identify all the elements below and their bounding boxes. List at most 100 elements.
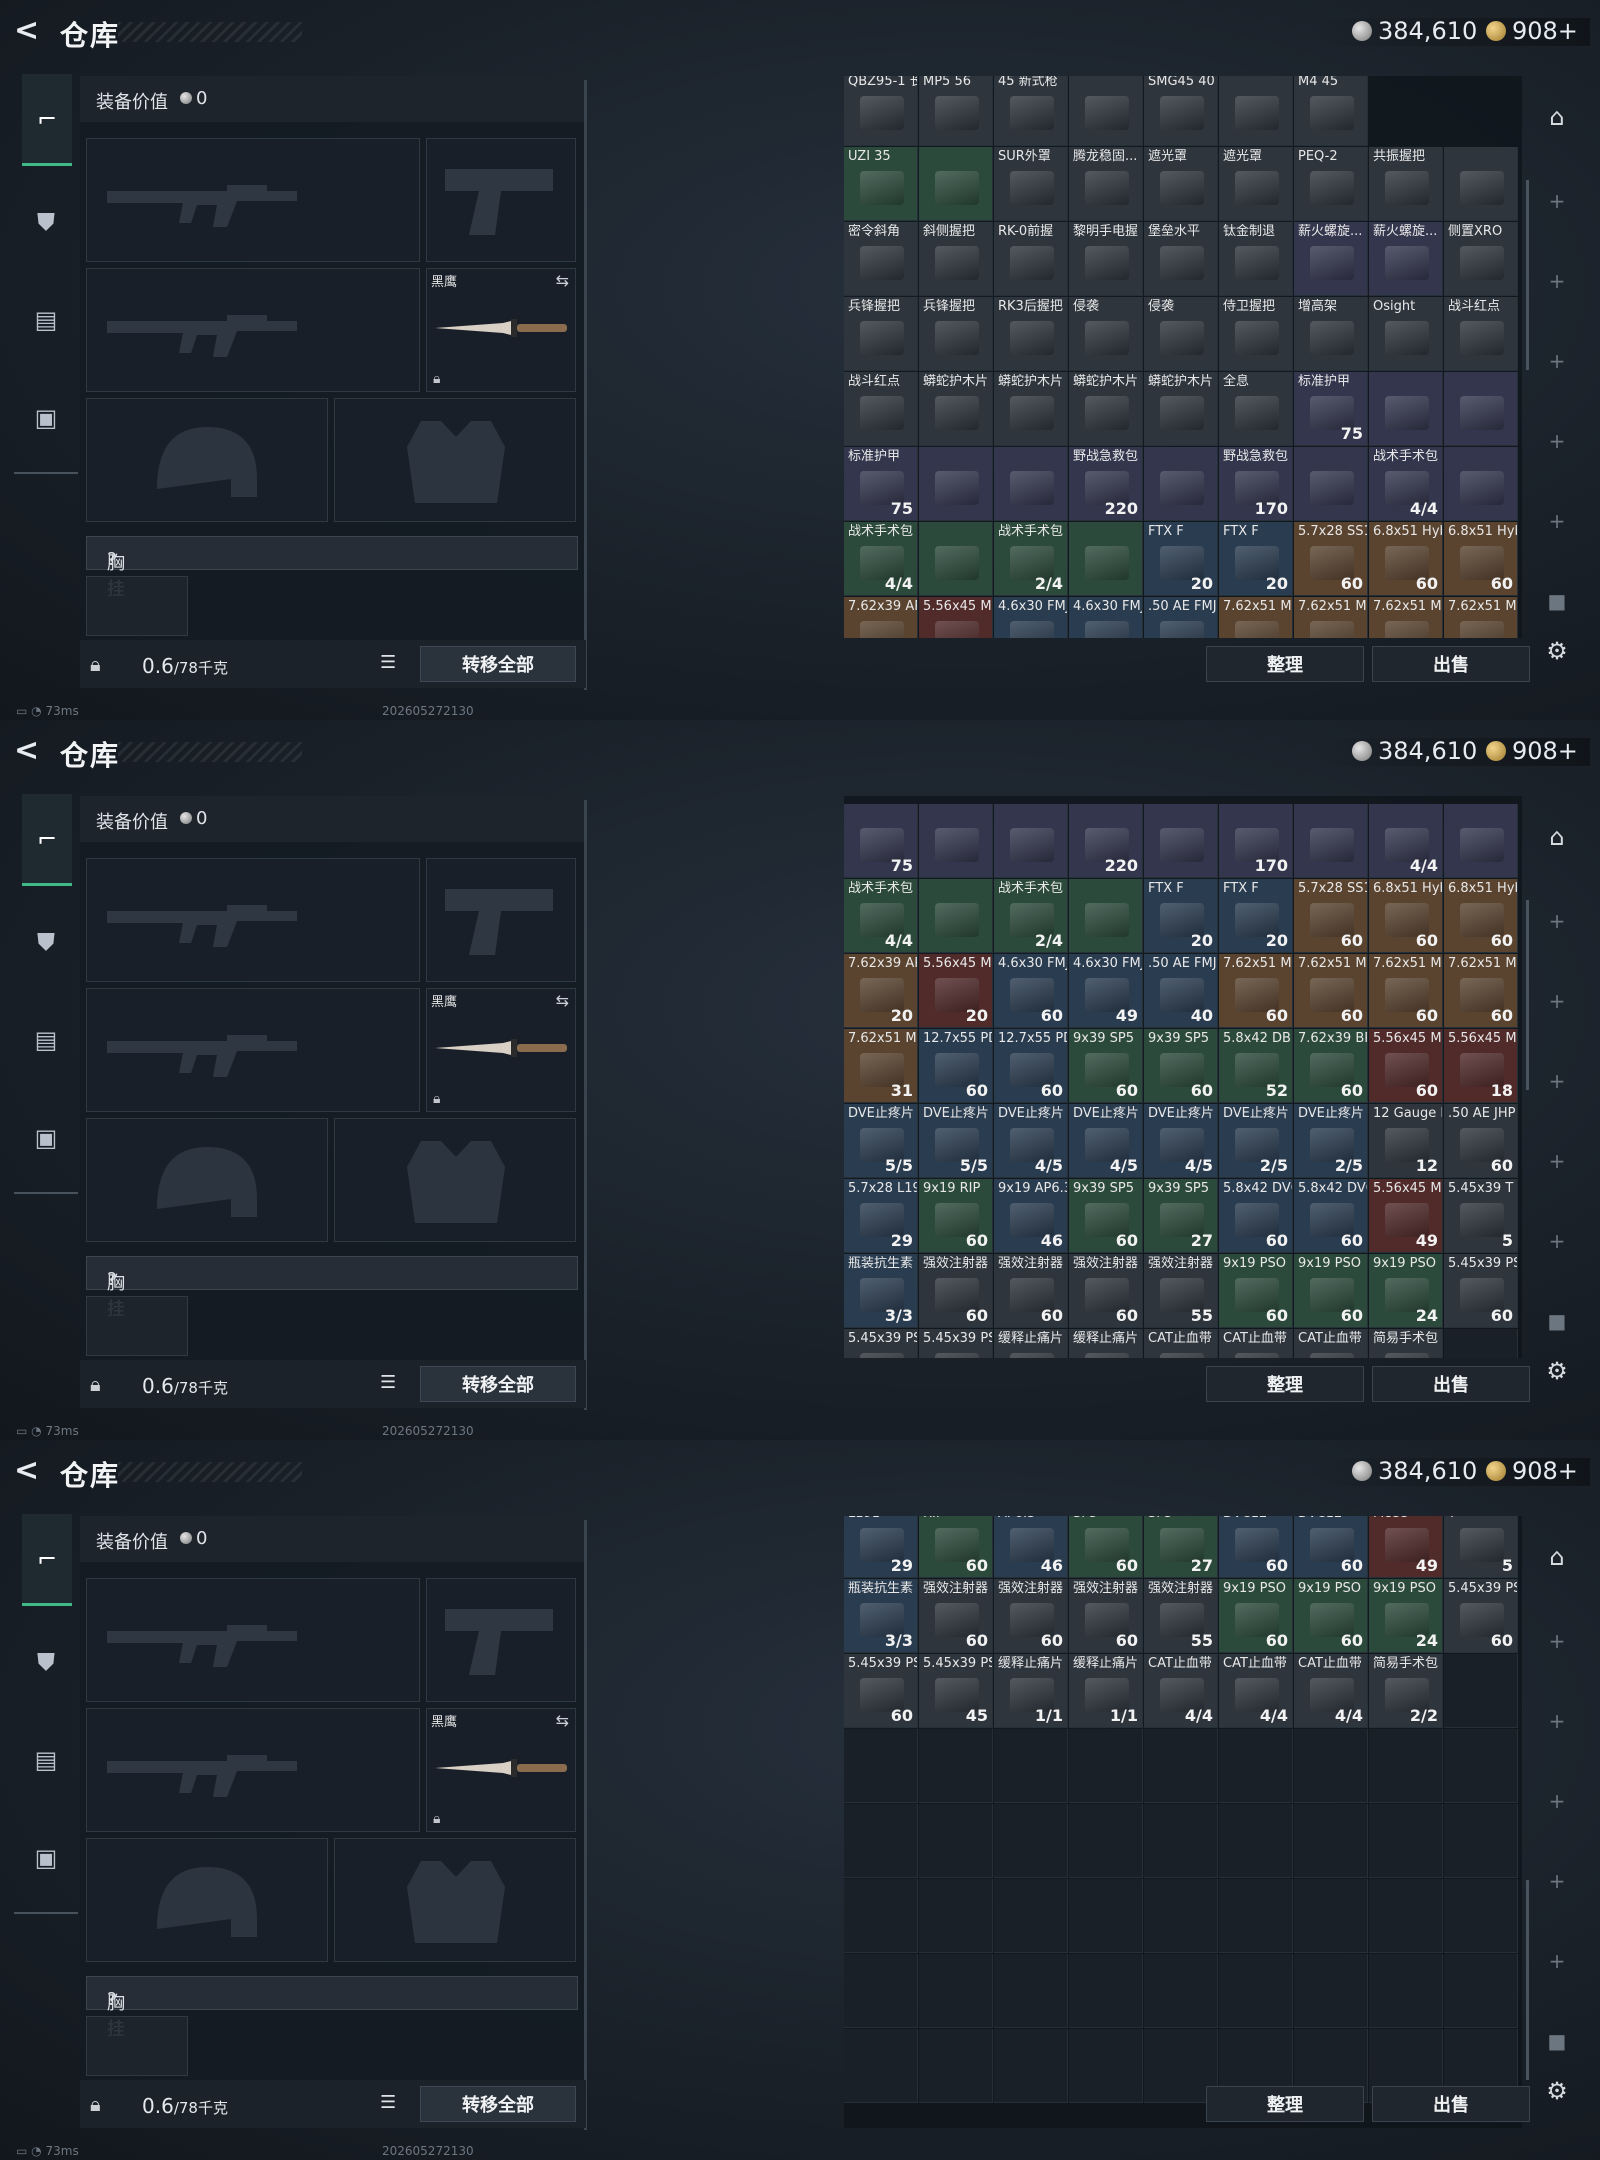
- inventory-item[interactable]: 5.56x45 M855 49: [1369, 1179, 1443, 1253]
- plus-icon[interactable]: +: [1540, 424, 1574, 458]
- inventory-item[interactable]: 战斗红点: [1444, 297, 1518, 371]
- transfer-all-button[interactable]: 转移全部: [420, 2086, 576, 2122]
- settings-icon[interactable]: ⚙: [1540, 2074, 1574, 2108]
- transfer-all-button[interactable]: 转移全部: [420, 646, 576, 682]
- nav-case[interactable]: ▣: [22, 1834, 70, 1882]
- inventory-item[interactable]: SP5 27: [1144, 1516, 1218, 1578]
- gold-currency[interactable]: 908+: [1486, 736, 1578, 766]
- inventory-item[interactable]: [994, 804, 1068, 878]
- inventory-item[interactable]: DVE止疼片 4/5: [1144, 1104, 1218, 1178]
- primary-weapon-slot[interactable]: [86, 1578, 420, 1702]
- inventory-item[interactable]: FTX F 20: [1219, 522, 1293, 596]
- inventory-item[interactable]: MP5 56: [919, 76, 993, 146]
- inventory-item[interactable]: 7.62x51 M80 60: [1369, 954, 1443, 1028]
- inventory-item[interactable]: 9x19 PSO 60: [1219, 1254, 1293, 1328]
- plus-icon[interactable]: +: [1540, 1784, 1574, 1818]
- back-arrow-icon[interactable]: <: [14, 16, 46, 48]
- inventory-item[interactable]: 强效注射器 55: [1144, 1579, 1218, 1653]
- inventory-item[interactable]: DVE止疼片 4/5: [1069, 1104, 1143, 1178]
- helmet-slot[interactable]: [86, 398, 328, 522]
- plus-icon[interactable]: +: [1540, 904, 1574, 938]
- inventory-item[interactable]: 6.8x51 Hybrid 60: [1369, 879, 1443, 953]
- inventory-item[interactable]: 5.56x45 M855: [919, 597, 993, 638]
- secondary-weapon-slot[interactable]: [86, 1708, 420, 1832]
- inventory-item[interactable]: RK-0前握: [994, 222, 1068, 296]
- sort-button[interactable]: 整理: [1206, 646, 1364, 682]
- inventory-item[interactable]: Osight: [1369, 297, 1443, 371]
- inventory-item[interactable]: DVE止疼片 5/5: [919, 1104, 993, 1178]
- armor-slot[interactable]: [334, 1118, 576, 1242]
- melee-slot[interactable]: 黑鹰 ⇆ 🔒︎: [426, 988, 576, 1112]
- inventory-item[interactable]: 共振握把: [1369, 147, 1443, 221]
- inventory-item[interactable]: 强效注射器 60: [1069, 1254, 1143, 1328]
- inventory-item[interactable]: 75: [844, 804, 918, 878]
- inventory-item[interactable]: 7.62x51 M80: [1219, 597, 1293, 638]
- inventory-item[interactable]: 标准护甲 75: [844, 447, 918, 521]
- inventory-item[interactable]: 缓释止痛片: [994, 1329, 1068, 1358]
- sort-button[interactable]: 整理: [1206, 1366, 1364, 1402]
- inventory-item[interactable]: [1369, 372, 1443, 446]
- inventory-item[interactable]: 简易手术包 2/2: [1369, 1654, 1443, 1728]
- primary-weapon-slot[interactable]: [86, 858, 420, 982]
- chest-rig-slot[interactable]: [86, 1296, 188, 1356]
- inventory-item[interactable]: M4 45: [1294, 76, 1368, 146]
- inventory-item[interactable]: 12.7x55 PD12双头 60: [919, 1029, 993, 1103]
- inventory-item[interactable]: [919, 879, 993, 953]
- plus-icon[interactable]: +: [1540, 1624, 1574, 1658]
- inventory-item[interactable]: 黎明手电握: [1069, 222, 1143, 296]
- inventory-item[interactable]: CAT止血带 4/4: [1294, 1654, 1368, 1728]
- inventory-item[interactable]: 12.7x55 PD12双头 60: [994, 1029, 1068, 1103]
- inventory-item[interactable]: 5.45x39 PS: [919, 1329, 993, 1358]
- inventory-item[interactable]: 6.8x51 Hybrid 60: [1369, 522, 1443, 596]
- transfer-all-button[interactable]: 转移全部: [420, 1366, 576, 1402]
- settings-icon[interactable]: ⚙: [1540, 1354, 1574, 1388]
- list-icon[interactable]: ☰: [380, 652, 404, 674]
- inventory-item[interactable]: 9x19 AP6.3 46: [994, 1179, 1068, 1253]
- inventory-item[interactable]: 5.7x28 L191 29: [844, 1179, 918, 1253]
- inventory-item[interactable]: 7.62x51 M80: [1294, 597, 1368, 638]
- help-icon[interactable]: ?: [107, 1989, 117, 2010]
- plus-icon[interactable]: +: [1540, 1944, 1574, 1978]
- equipment-scrollbar[interactable]: [584, 800, 587, 1410]
- inventory-item[interactable]: 9x39 SP5 60: [1069, 1029, 1143, 1103]
- inventory-item[interactable]: 战术手术包 2/4: [994, 879, 1068, 953]
- inventory-item[interactable]: 蟒蛇护木片: [1144, 372, 1218, 446]
- plus-icon[interactable]: +: [1540, 184, 1574, 218]
- inventory-item[interactable]: .50 AE FMJ 40: [1144, 954, 1218, 1028]
- inventory-item[interactable]: T5: [1444, 1516, 1518, 1578]
- inventory-item[interactable]: 7.62x51 M80: [1369, 597, 1443, 638]
- sell-button[interactable]: 出售: [1372, 646, 1530, 682]
- inventory-item[interactable]: DVE止疼片 2/5: [1219, 1104, 1293, 1178]
- inventory-item[interactable]: 简易手术包: [1369, 1329, 1443, 1358]
- inventory-item[interactable]: [1069, 522, 1143, 596]
- plus-icon[interactable]: +: [1540, 984, 1574, 1018]
- inventory-item[interactable]: DVC12 60: [1219, 1516, 1293, 1578]
- plus-icon[interactable]: +: [1540, 1064, 1574, 1098]
- equipment-scrollbar[interactable]: [584, 1520, 587, 2130]
- inventory-item[interactable]: 9x19 PSO 24: [1369, 1254, 1443, 1328]
- inventory-item[interactable]: [1144, 447, 1218, 521]
- plus-icon[interactable]: +: [1540, 264, 1574, 298]
- inventory-item[interactable]: 强效注射器 60: [919, 1254, 993, 1328]
- inventory-item[interactable]: L191 29: [844, 1516, 918, 1578]
- inventory-item[interactable]: 7.62x39 AP: [844, 597, 918, 638]
- inventory-item[interactable]: 5.8x42 DVC12 60: [1219, 1179, 1293, 1253]
- inventory-item[interactable]: 5.45x39 PS 45: [919, 1654, 993, 1728]
- inventory-item[interactable]: [919, 147, 993, 221]
- inventory-item[interactable]: DVC12 60: [1294, 1516, 1368, 1578]
- inventory-item[interactable]: 瓶装抗生素 3/3: [844, 1254, 918, 1328]
- inventory-item[interactable]: [919, 804, 993, 878]
- inventory-item[interactable]: [1444, 447, 1518, 521]
- inventory-item[interactable]: 遮光罩: [1219, 147, 1293, 221]
- inventory-item[interactable]: 薪火螺旋...: [1369, 222, 1443, 296]
- inventory-item[interactable]: 5.56x45 M855 20: [919, 954, 993, 1028]
- secondary-weapon-slot[interactable]: [86, 988, 420, 1112]
- pistol-slot[interactable]: [426, 138, 576, 262]
- inventory-item[interactable]: 5.8x42 DVC12 60: [1294, 1179, 1368, 1253]
- inventory-item[interactable]: 5.45x39 PS 60: [844, 1654, 918, 1728]
- lock-icon[interactable]: ■: [1540, 2024, 1574, 2058]
- inventory-item[interactable]: .50 AE JHP 60: [1444, 1104, 1518, 1178]
- inventory-item[interactable]: 6.8x51 Hybrid 60: [1444, 522, 1518, 596]
- inventory-item[interactable]: 侵袭: [1144, 297, 1218, 371]
- inventory-item[interactable]: [1069, 76, 1143, 146]
